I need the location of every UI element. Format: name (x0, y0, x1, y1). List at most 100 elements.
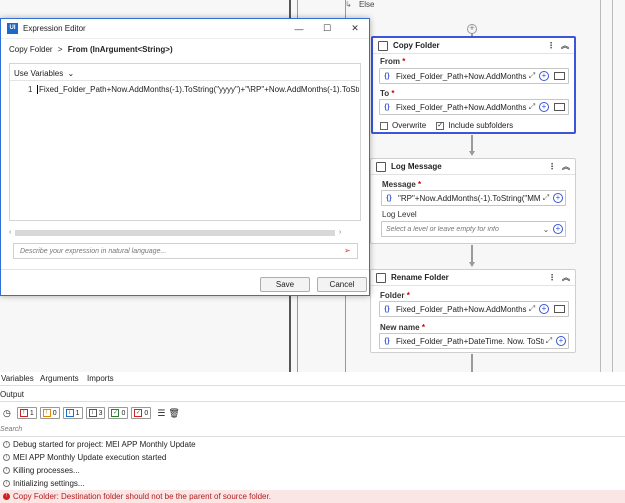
save-button[interactable]: Save (260, 277, 310, 292)
plus-icon[interactable]: + (553, 224, 563, 234)
log-filter-badge[interactable]: ✓ 0 (108, 407, 129, 419)
rename-folder-icon (376, 272, 386, 283)
folder-browse-icon[interactable] (554, 305, 565, 313)
activity-header[interactable]: Rename Folder ⋮ ︽ (371, 270, 575, 286)
tab-imports[interactable]: Imports (87, 374, 114, 383)
connector-line (471, 135, 473, 151)
from-value: Fixed_Folder_Path+Now.AddMonths(- (396, 71, 527, 81)
to-field[interactable]: {} Fixed_Folder_Path+Now.AddMonths(- ⤢ + (379, 99, 569, 115)
log-level-dropdown[interactable]: Select a level or leave empty for info ⌄… (381, 221, 566, 237)
close-button[interactable]: ✕ (341, 23, 369, 34)
scroll-left-icon[interactable]: ‹ (9, 229, 11, 236)
plus-icon[interactable]: + (539, 102, 549, 112)
message-value: "RP"+Now.AddMonths(-1).ToString("MM (398, 193, 541, 203)
filter-level-icon: ✓ (134, 409, 143, 417)
maximize-button[interactable]: ☐ (313, 23, 341, 34)
collapse-icon[interactable]: ︽ (562, 161, 570, 172)
activity-header[interactable]: Copy Folder ⋮ ︽ (373, 38, 574, 54)
copy-folder-icon (378, 40, 388, 51)
expression-icon: {} (386, 194, 392, 202)
collapse-icon[interactable]: ︽ (561, 40, 569, 51)
expand-editor-icon[interactable]: ⤢ (541, 193, 551, 203)
clock-icon[interactable]: ◷ (3, 408, 11, 419)
more-options-icon[interactable]: ⋮ (547, 41, 555, 50)
filter-level-icon: i (88, 409, 97, 417)
log-line[interactable]: ! Copy Folder: Destination folder should … (0, 490, 625, 503)
message-field[interactable]: {} "RP"+Now.AddMonths(-1).ToString("MM ⤢… (381, 190, 566, 206)
nl-placeholder: Describe your expression in natural lang… (20, 248, 167, 255)
log-message-icon (376, 161, 386, 172)
filter-count: 1 (29, 409, 34, 417)
folder-browse-icon[interactable] (554, 103, 565, 111)
log-line[interactable]: i Killing processes... (0, 464, 625, 477)
natural-language-input[interactable]: Describe your expression in natural lang… (13, 243, 358, 259)
to-value: Fixed_Folder_Path+Now.AddMonths(- (396, 102, 527, 112)
send-icon[interactable]: ➢ (344, 246, 351, 255)
log-line[interactable]: i Debug started for project: MEI APP Mont… (0, 438, 625, 451)
designer-tabs: Variables Arguments Imports (0, 372, 625, 386)
from-field[interactable]: {} Fixed_Folder_Path+Now.AddMonths(- ⤢ + (379, 68, 569, 84)
trash-icon[interactable]: 🗑 (168, 408, 179, 419)
collapse-list-icon[interactable]: ☰ (157, 408, 165, 419)
more-options-icon[interactable]: ⋮ (548, 273, 556, 282)
plus-icon[interactable]: + (553, 193, 563, 203)
log-level-label: Log Level (382, 210, 417, 219)
more-options-icon[interactable]: ⋮ (548, 162, 556, 171)
rename-folder-activity[interactable]: Rename Folder ⋮ ︽ Folder * {} Fixed_Fold… (370, 269, 576, 353)
horizontal-scrollbar[interactable] (15, 230, 335, 236)
folder-browse-icon[interactable] (554, 72, 565, 80)
line-number: 1 (28, 85, 33, 94)
else-border-right (600, 0, 601, 372)
folder-label: Folder * (380, 291, 410, 300)
plus-icon[interactable]: + (539, 304, 549, 314)
arrow-down-icon (469, 262, 475, 267)
log-line[interactable]: i Initializing settings... (0, 477, 625, 490)
log-message-activity[interactable]: Log Message ⋮ ︽ Message * {} "RP"+Now.Ad… (370, 158, 576, 244)
expression-editor-dialog: UI Expression Editor — ☐ ✕ Copy Folder >… (0, 18, 370, 296)
filter-count: 1 (75, 409, 80, 417)
expression-code[interactable]: Fixed_Folder_Path+Now.AddMonths(-1).ToSt… (37, 85, 359, 94)
output-search-input[interactable]: Search (0, 426, 625, 437)
log-filter-badge[interactable]: i3 (85, 407, 106, 419)
activity-title: Rename Folder (391, 273, 449, 282)
new-name-field[interactable]: {} Fixed_Folder_Path+DateTime. Now. ToSt… (379, 333, 569, 349)
expand-editor-icon[interactable]: ⤢ (527, 102, 537, 112)
dialog-title-bar[interactable]: UI Expression Editor — ☐ ✕ (1, 19, 369, 39)
scroll-right-icon[interactable]: › (339, 229, 341, 236)
log-filter-badge[interactable]: ✓ 0 (131, 407, 152, 419)
include-subfolders-checkbox[interactable]: ✓ (436, 121, 445, 130)
expression-editor-area[interactable]: Use Variables ⌄ 1 Fixed_Folder_Path+Now.… (9, 63, 361, 221)
use-variables-label: Use Variables (14, 69, 64, 78)
plus-icon[interactable]: + (539, 71, 549, 81)
info-icon: i (3, 480, 10, 487)
expand-editor-icon[interactable]: ⤢ (527, 304, 537, 314)
collapse-icon[interactable]: ︽ (562, 272, 570, 283)
activity-header[interactable]: Log Message ⋮ ︽ (371, 159, 575, 175)
log-filter-badge[interactable]: ! 0 (39, 407, 60, 419)
overwrite-checkbox[interactable] (380, 121, 388, 130)
chevron-down-icon: ⌄ (67, 69, 75, 78)
info-icon: i (3, 441, 10, 448)
tab-arguments[interactable]: Arguments (40, 374, 79, 383)
filter-count: 3 (98, 409, 103, 417)
tab-variables[interactable]: Variables (1, 374, 34, 383)
minimize-button[interactable]: — (285, 24, 313, 34)
expression-icon: {} (384, 305, 390, 313)
log-filter-badge[interactable]: ! 1 (16, 407, 37, 419)
divider (10, 80, 360, 81)
expand-editor-icon[interactable]: ⤢ (527, 71, 537, 81)
plus-icon[interactable]: + (556, 336, 566, 346)
output-toolbar: ◷ ! 1! 0 i 1 i 3 ✓ 0 ✓ 0 ☰ 🗑 (0, 405, 625, 421)
folder-field[interactable]: {} Fixed_Folder_Path+Now.AddMonths(- ⤢ + (379, 301, 569, 317)
log-line[interactable]: i MEI APP Monthly Update execution starte… (0, 451, 625, 464)
use-variables-dropdown[interactable]: Use Variables ⌄ (14, 69, 74, 78)
expand-editor-icon[interactable]: ⤢ (544, 336, 554, 346)
copy-folder-activity[interactable]: Copy Folder ⋮ ︽ From * {} Fixed_Folder_P… (371, 36, 576, 134)
cancel-button[interactable]: Cancel (317, 277, 367, 292)
new-name-label: New name * (380, 323, 425, 332)
else-branch-header[interactable]: ↳ Else (345, 0, 585, 10)
log-filter-badge[interactable]: i1 (62, 407, 83, 419)
error-icon: ! (3, 493, 10, 500)
connector-line (471, 354, 473, 372)
from-label: From * (380, 57, 406, 66)
